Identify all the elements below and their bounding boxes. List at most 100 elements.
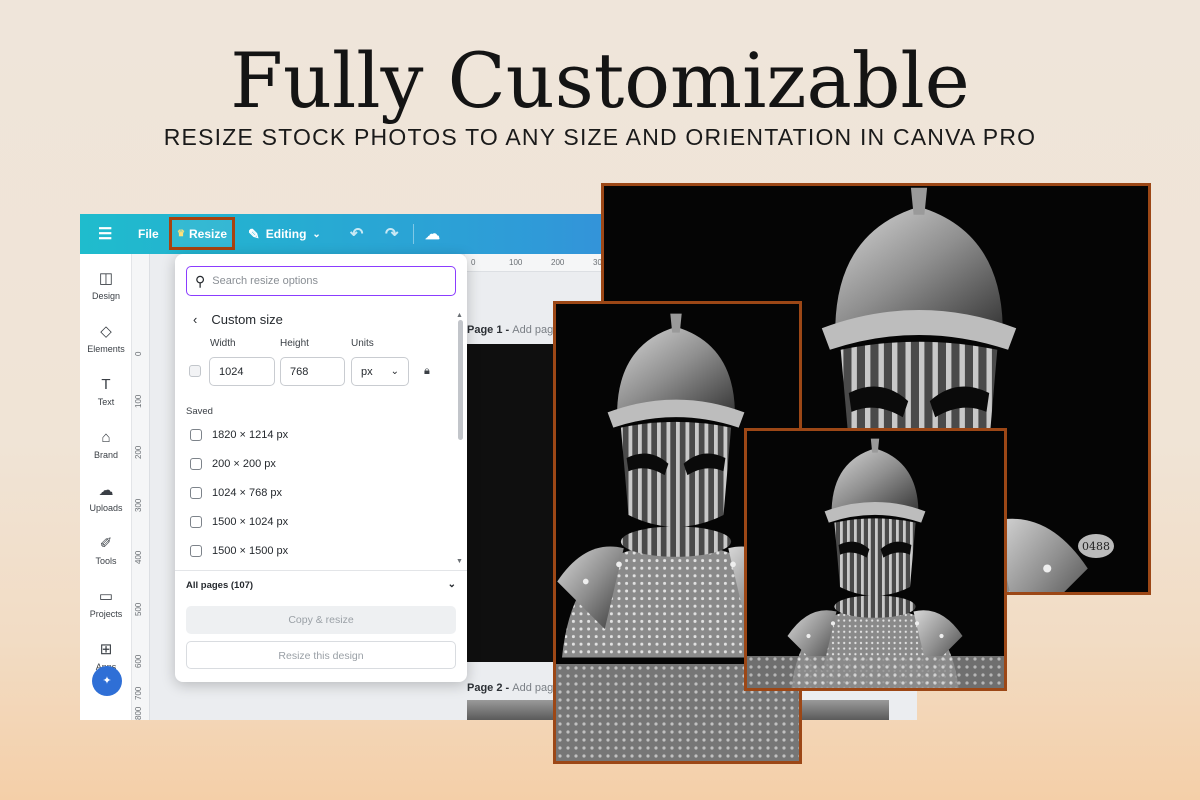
sidebar-item-label: Brand (93, 450, 119, 460)
ruler-tick: 100 (509, 258, 523, 267)
height-value: 768 (290, 365, 309, 378)
sidebar-item-label: Tools (95, 556, 117, 566)
chevron-down-icon: ⌄ (447, 579, 456, 590)
undo-icon[interactable]: ↶ (350, 214, 363, 254)
saved-size-item[interactable]: 1500 × 1024 px (190, 516, 288, 528)
panel-divider (175, 570, 467, 571)
apps-icon: ⊞ (99, 641, 113, 658)
page-1-header: Page 1 - Add page (467, 324, 559, 336)
hero-title: Fully Customizable (230, 36, 970, 125)
search-box: ⚲ (186, 266, 456, 296)
tag-number: 0488 (1082, 540, 1110, 553)
ruler-tick: 700 (134, 686, 143, 700)
saved-size-label: 1024 × 768 px (212, 487, 283, 499)
search-input[interactable] (212, 275, 433, 287)
lock-icon[interactable]: 🔒︎ (424, 365, 430, 378)
ruler-tick: 800 (134, 706, 143, 720)
resize-panel: ⚲ ‹ Custom size Width Height Units 1024 … (175, 254, 467, 682)
all-pages-label: All pages (107) (186, 580, 254, 591)
custom-size-back-button[interactable]: ‹ Custom size (193, 312, 283, 327)
height-field[interactable]: 768 (280, 357, 345, 386)
cloud-check-icon[interactable]: ☁ (425, 214, 440, 254)
ruler-tick: 500 (134, 602, 143, 616)
saved-size-label: 1500 × 1024 px (212, 516, 289, 528)
layout-icon: ◫ (98, 270, 114, 287)
knight-armor-photo (747, 431, 1004, 688)
sidebar-item-label: Uploads (89, 503, 123, 513)
saved-size-label: 1820 × 1214 px (212, 429, 289, 441)
hamburger-icon[interactable]: ☰ (98, 214, 112, 254)
width-field[interactable]: 1024 (209, 357, 275, 386)
pen-icon: ✐ (99, 535, 113, 552)
editing-mode-button[interactable]: ✎ Editing ⌄ (248, 214, 321, 254)
sidebar-item-projects[interactable]: ▭ Projects (80, 588, 132, 619)
magic-avatar[interactable]: ✦ (92, 666, 122, 696)
resize-button[interactable]: ♛ Resize (169, 217, 235, 250)
saved-size-checkbox[interactable] (190, 429, 202, 441)
redo-icon[interactable]: ↷ (385, 214, 398, 254)
scroll-down-arrow-icon[interactable]: ▼ (456, 558, 463, 565)
ruler-tick: 200 (551, 258, 565, 267)
units-value: px (361, 365, 373, 378)
brand-icon: ⌂ (101, 429, 111, 446)
folder-icon: ▭ (98, 588, 114, 605)
scroll-up-arrow-icon[interactable]: ▲ (456, 312, 463, 319)
sidebar-item-label: Text (97, 397, 115, 407)
search-icon: ⚲ (195, 272, 206, 289)
sparkle-icon: ✦ (102, 675, 112, 687)
pencil-icon: ✎ (248, 225, 260, 242)
saved-size-item[interactable]: 1024 × 768 px (190, 487, 282, 499)
cloud-upload-icon: ☁ (98, 482, 114, 499)
saved-size-label: 200 × 200 px (212, 458, 276, 470)
resize-button-label: Resize (189, 226, 228, 241)
crown-icon: ♛ (176, 228, 186, 238)
ruler-tick: 400 (134, 550, 143, 564)
hero-subtitle: RESIZE STOCK PHOTOS TO ANY SIZE AND ORIE… (163, 124, 1037, 150)
saved-size-item[interactable]: 200 × 200 px (190, 458, 276, 470)
saved-size-item[interactable]: 1500 × 1500 px (190, 545, 288, 557)
sidebar-item-label: Design (91, 291, 120, 301)
ruler-tick: 100 (134, 394, 143, 408)
saved-size-checkbox[interactable] (190, 545, 202, 557)
panel-scrollbar[interactable] (458, 320, 463, 440)
saved-size-checkbox[interactable] (190, 516, 202, 528)
saved-size-item[interactable]: 1820 × 1214 px (190, 429, 288, 441)
text-icon: T (101, 376, 111, 393)
photo-frame-square (744, 428, 1007, 691)
sidebar-item-brand[interactable]: ⌂ Brand (80, 429, 132, 460)
resize-design-button[interactable]: Resize this design (186, 641, 456, 669)
chevron-down-icon: ⌄ (390, 366, 399, 377)
ruler-tick: 200 (134, 445, 143, 459)
ruler-tick: 300 (134, 498, 143, 512)
sidebar-item-tools[interactable]: ✐ Tools (80, 535, 132, 566)
custom-size-title: Custom size (211, 312, 283, 327)
ruler-tick: 0 (134, 351, 143, 356)
page-2-header: Page 2 - Add page (467, 682, 559, 694)
sidebar-item-design[interactable]: ◫ Design (80, 270, 132, 301)
left-sidebar: ◫ Design ◇ Elements T Text ⌂ Brand ☁ Upl… (80, 254, 132, 720)
page-2-label: Page 2 - (467, 682, 510, 694)
width-label: Width (210, 338, 236, 349)
chevron-down-icon: ⌄ (312, 228, 321, 240)
page-1-label: Page 1 - (467, 324, 510, 336)
shapes-icon: ◇ (100, 323, 112, 340)
copy-resize-button[interactable]: Copy & resize (186, 606, 456, 634)
custom-size-checkbox[interactable] (189, 365, 201, 377)
sidebar-item-elements[interactable]: ◇ Elements (80, 323, 132, 354)
all-pages-dropdown[interactable]: All pages (107) ⌄ (186, 579, 456, 591)
saved-size-label: 1500 × 1500 px (212, 545, 289, 557)
saved-size-checkbox[interactable] (190, 487, 202, 499)
height-label: Height (280, 338, 309, 349)
editing-mode-label: Editing (265, 227, 307, 241)
sidebar-item-uploads[interactable]: ☁ Uploads (80, 482, 132, 513)
units-label: Units (351, 338, 374, 349)
ruler-tick: 0 (471, 258, 476, 267)
sidebar-item-text[interactable]: T Text (80, 376, 132, 407)
sidebar-item-label: Projects (89, 609, 123, 619)
saved-size-checkbox[interactable] (190, 458, 202, 470)
units-select[interactable]: px ⌄ (351, 357, 409, 386)
sidebar-item-label: Elements (87, 344, 125, 354)
file-menu-button[interactable]: File (138, 214, 159, 254)
saved-section-title: Saved (186, 406, 213, 417)
toolbar-divider (413, 224, 414, 244)
